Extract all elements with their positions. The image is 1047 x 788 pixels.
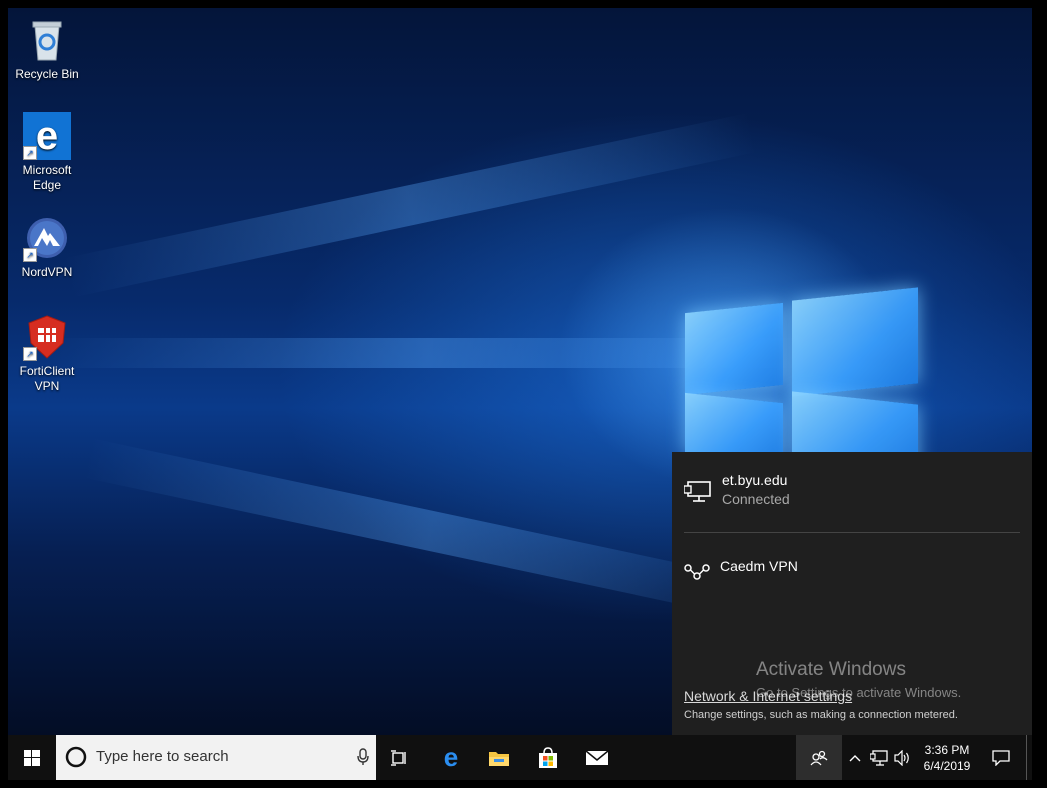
- show-desktop-button[interactable]: [1026, 735, 1032, 780]
- taskbar-search-box[interactable]: Type here to search: [56, 735, 376, 780]
- screen: Recycle Bin e ↗ Microsoft Edge ↗ NordVPN: [8, 8, 1032, 780]
- notification-icon: [992, 749, 1010, 766]
- network-connection-vpn[interactable]: Caedm VPN: [684, 558, 1014, 586]
- edge-icon: e ↗: [23, 112, 71, 160]
- task-view-button[interactable]: [377, 735, 423, 780]
- clock-button[interactable]: 3:36 PM 6/4/2019: [916, 735, 978, 780]
- connection-status: Connected: [722, 491, 790, 507]
- vpn-icon: [684, 564, 710, 580]
- taskbar-file-explorer[interactable]: [476, 735, 522, 780]
- edge-icon: e: [443, 742, 459, 772]
- taskbar-mail[interactable]: [574, 735, 620, 780]
- network-settings-description: Change settings, such as making a connec…: [684, 709, 958, 721]
- desktop-icon-nordvpn[interactable]: ↗ NordVPN: [9, 214, 85, 280]
- forticlient-icon: ↗: [23, 313, 71, 361]
- people-icon: [810, 750, 828, 765]
- network-settings-link[interactable]: Network & Internet settings: [684, 688, 852, 704]
- mail-icon: [585, 749, 609, 765]
- desktop-icon-edge[interactable]: e ↗ Microsoft Edge: [9, 112, 85, 193]
- recycle-bin-icon: [23, 16, 71, 64]
- microphone-icon[interactable]: [357, 748, 369, 766]
- clock-time: 3:36 PM: [924, 742, 970, 757]
- volume-icon: [894, 749, 909, 766]
- desktop-icon-recycle-bin[interactable]: Recycle Bin: [9, 16, 85, 82]
- network-icon: [870, 749, 888, 766]
- connection-name: Caedm VPN: [720, 558, 798, 574]
- clock-date: 6/4/2019: [923, 758, 971, 773]
- network-flyout: et.byu.edu Connected Caedm VPN Network &…: [672, 452, 1032, 735]
- network-tray-button[interactable]: [868, 735, 890, 780]
- network-connection-ethernet[interactable]: et.byu.edu Connected: [684, 472, 1014, 512]
- taskbar-edge[interactable]: e: [428, 735, 474, 780]
- connection-name: et.byu.edu: [722, 472, 788, 488]
- desktop-icon-label: FortiClient VPN: [19, 364, 75, 393]
- taskbar: Type here to search e 3:36 PM 6/4/2019: [8, 735, 1032, 780]
- logo-pane: [685, 302, 783, 396]
- desktop-icon-forticlient[interactable]: ↗ FortiClient VPN: [9, 313, 85, 394]
- task-view-icon: [391, 749, 406, 766]
- shortcut-arrow-icon: ↗: [23, 248, 37, 262]
- logo-pane: [792, 287, 918, 397]
- shortcut-arrow-icon: ↗: [23, 347, 37, 361]
- search-placeholder: Type here to search: [96, 748, 229, 765]
- store-icon: [539, 746, 557, 768]
- volume-tray-button[interactable]: [892, 735, 914, 780]
- show-hidden-icons-button[interactable]: [844, 735, 866, 780]
- desktop-icon-label: Recycle Bin: [15, 67, 79, 81]
- chevron-up-icon: [849, 754, 861, 761]
- nordvpn-icon: ↗: [23, 214, 71, 262]
- divider: [684, 532, 1020, 533]
- taskbar-people-button[interactable]: [796, 735, 842, 780]
- desktop-icon-label: NordVPN: [21, 265, 73, 279]
- start-button[interactable]: [8, 735, 56, 780]
- windows-logo-icon: [24, 749, 40, 766]
- taskbar-store[interactable]: [525, 735, 571, 780]
- cortana-icon: [65, 746, 87, 768]
- action-center-button[interactable]: [980, 735, 1022, 780]
- file-explorer-icon: [489, 751, 509, 766]
- desktop-icon-label: Microsoft Edge: [22, 163, 72, 192]
- ethernet-icon: [684, 481, 711, 502]
- shortcut-arrow-icon: ↗: [23, 146, 37, 160]
